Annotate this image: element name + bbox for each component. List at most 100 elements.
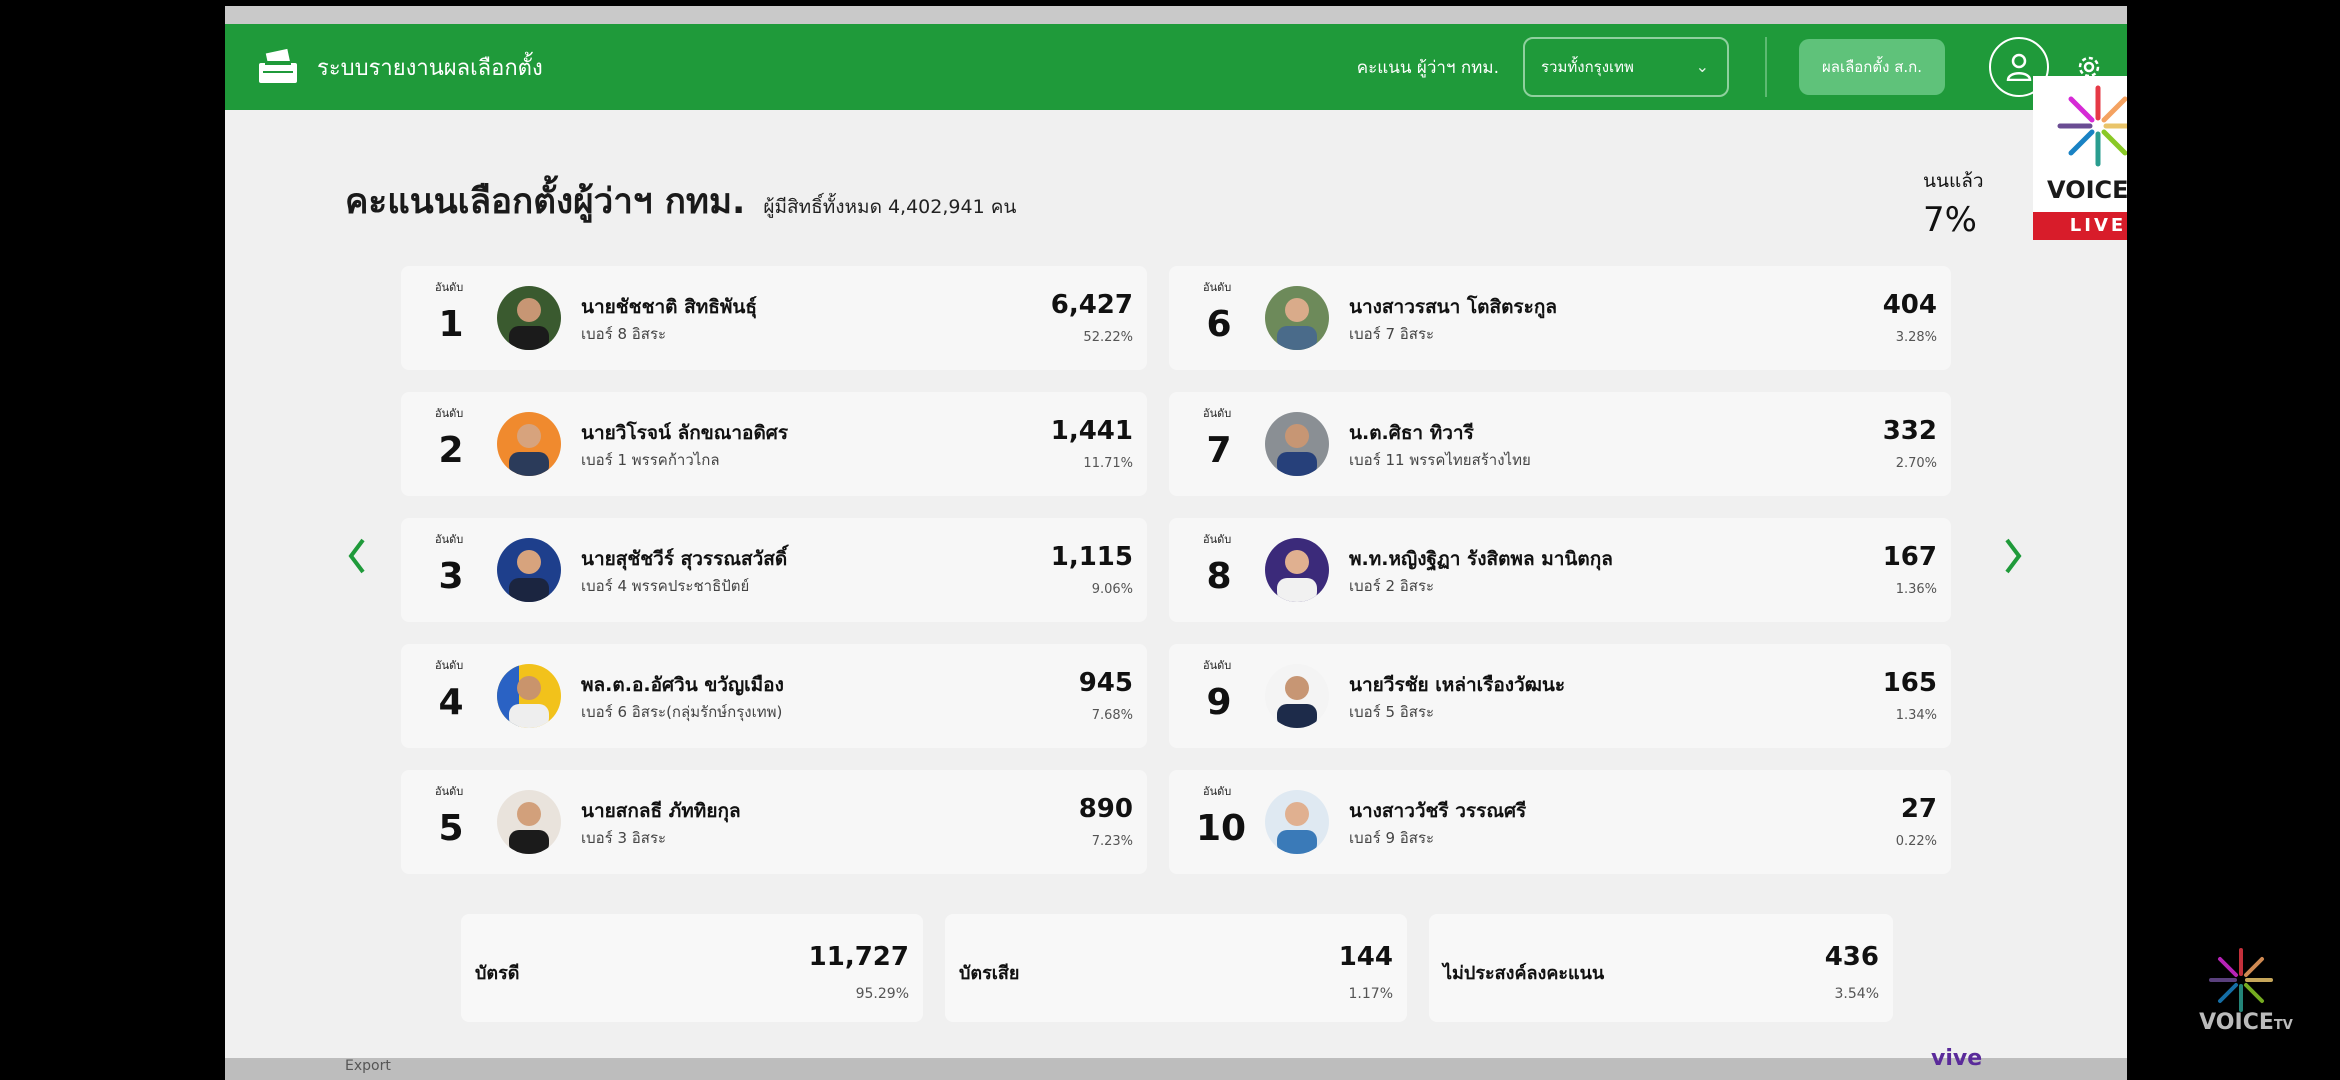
vote-count: 165 <box>1882 668 1937 698</box>
candidate-name: นายชัชชาติ สิทธิพันธุ์ <box>581 296 757 318</box>
vote-count: 27 <box>1900 794 1937 824</box>
vote-percent: 1.34% <box>1895 708 1937 723</box>
nav-right: คะแนน ผู้ว่าฯ กทม. รวมทั้งกรุงเทพ ⌄ ผลเล… <box>1357 24 2127 110</box>
next-arrow-button[interactable] <box>1993 526 2033 586</box>
candidate-name: นางสาววัชรี วรรณศรี <box>1349 800 1527 822</box>
candidate-name: พ.ท.หญิงฐิฏา รังสิตพล มานิตกุล <box>1349 548 1613 570</box>
vote-count: 167 <box>1882 542 1937 572</box>
summary-value: 11,727 <box>808 942 909 972</box>
avatar <box>497 790 561 854</box>
summary-label: ไม่ประสงค์ลงคะแนน <box>1443 963 1605 984</box>
navbar: ระบบรายงานผลเลือกตั้ง คะแนน ผู้ว่าฯ กทม.… <box>225 24 2127 110</box>
score-label[interactable]: คะแนน ผู้ว่าฯ กทม. <box>1357 54 1499 81</box>
vote-count: 404 <box>1882 290 1937 320</box>
candidate-party: เบอร์ 5 อิสระ <box>1349 703 1435 721</box>
vote-percent: 2.70% <box>1895 456 1937 471</box>
summary-percent: 3.54% <box>1834 986 1879 1002</box>
bottom-bar <box>225 1058 2127 1080</box>
logo-word: VOICE <box>2047 176 2127 204</box>
rank-label: อันดับ <box>1203 533 1232 546</box>
rank-label: อันดับ <box>1203 659 1232 672</box>
watermark-suffix: TV <box>2273 1018 2293 1033</box>
vote-percent: 9.06% <box>1091 582 1133 597</box>
counted-label: นนแล้ว <box>1923 170 1984 192</box>
candidate-party: เบอร์ 7 อิสระ <box>1349 325 1435 343</box>
rank-number: 8 <box>1206 556 1232 597</box>
candidate-card[interactable]: อันดับ 7 น.ต.ศิธา ทิวารี เบอร์ 11 พรรคไท… <box>1169 392 1951 496</box>
summary-percent: 95.29% <box>855 986 909 1002</box>
candidate-card[interactable]: อันดับ 5 นายสกลธี ภัททิยกุล เบอร์ 3 อิสร… <box>401 770 1147 874</box>
candidate-name: นางสาวรสนา โตสิตระกูล <box>1349 296 1557 318</box>
vote-count: 890 <box>1078 794 1133 824</box>
rank-label: อันดับ <box>435 533 464 546</box>
candidate-party: เบอร์ 4 พรรคประชาธิปัตย์ <box>581 577 750 595</box>
council-results-button[interactable]: ผลเลือกตั้ง ส.ก. <box>1799 39 1945 95</box>
candidate-card[interactable]: อันดับ 8 พ.ท.หญิงฐิฏา รังสิตพล มานิตกุล … <box>1169 518 1951 622</box>
summary-no-vote: ไม่ประสงค์ลงคะแนน 436 3.54% <box>1429 914 1893 1022</box>
live-badge: LIVE <box>2033 212 2127 240</box>
user-icon <box>2006 53 2032 81</box>
region-select[interactable]: รวมทั้งกรุงเทพ ⌄ <box>1523 37 1729 97</box>
summary-label: บัตรเสีย <box>959 963 1020 984</box>
vote-percent: 11.71% <box>1083 456 1133 471</box>
candidate-name: นายวีรชัย เหล่าเรืองวัฒนะ <box>1349 674 1566 696</box>
rank-number: 10 <box>1195 808 1247 849</box>
summary-good-ballots: บัตรดี 11,727 95.29% <box>461 914 923 1022</box>
candidate-card[interactable]: อันดับ 4 พล.ต.อ.อัศวิน ขวัญเมือง เบอร์ 6… <box>401 644 1147 748</box>
rank-number: 4 <box>438 682 464 723</box>
rank-label: อันดับ <box>1203 785 1232 798</box>
candidate-card[interactable]: อันดับ 6 นางสาวรสนา โตสิตระกูล เบอร์ 7 อ… <box>1169 266 1951 370</box>
page-title: คะแนนเลือกตั้งผู้ว่าฯ กทม. <box>345 182 746 222</box>
avatar <box>1265 664 1329 728</box>
page-heading: คะแนนเลือกตั้งผู้ว่าฯ กทม. ผู้มีสิทธิ์ทั… <box>345 174 1016 229</box>
brand-title: ระบบรายงานผลเลือกตั้ง <box>317 55 543 81</box>
candidate-card[interactable]: อันดับ 1 นายชัชชาติ สิทธิพันธุ์ เบอร์ 8 … <box>401 266 1147 370</box>
vote-count: 1,441 <box>1050 416 1133 446</box>
stage: ระบบรายงานผลเลือกตั้ง คะแนน ผู้ว่าฯ กทม.… <box>0 0 2340 1080</box>
rank-number: 6 <box>1206 304 1232 345</box>
region-select-value: รวมทั้งกรุงเทพ <box>1541 58 1634 76</box>
ballot-box-icon <box>259 48 297 83</box>
watermark-wordmark: VOICETV <box>2196 1010 2296 1035</box>
rank-label: อันดับ <box>435 407 464 420</box>
rank-label: อันดับ <box>1203 281 1232 294</box>
rank-label: อันดับ <box>435 281 464 294</box>
rank-label: อันดับ <box>435 785 464 798</box>
pinwheel-icon <box>2057 85 2127 167</box>
rank-number: 2 <box>438 430 464 471</box>
rank-label: อันดับ <box>1203 407 1232 420</box>
candidate-party: เบอร์ 2 อิสระ <box>1349 577 1435 595</box>
export-link[interactable]: Export <box>345 1058 391 1074</box>
candidate-party: เบอร์ 8 อิสระ <box>581 325 667 343</box>
counted-value: 7% <box>1923 200 1977 240</box>
rank-number: 5 <box>438 808 464 849</box>
prev-arrow-button[interactable] <box>337 526 377 586</box>
candidate-card[interactable]: อันดับ 3 นายสุชัชวีร์ สุวรรณสวัสดิ์ เบอร… <box>401 518 1147 622</box>
avatar <box>497 412 561 476</box>
watermark-word: VOICE <box>2199 1010 2274 1035</box>
candidate-name: น.ต.ศิธา ทิวารี <box>1349 422 1474 444</box>
candidate-party: เบอร์ 11 พรรคไทยสร้างไทย <box>1349 451 1531 469</box>
summary-label: บัตรดี <box>475 963 520 984</box>
summary-spoiled-ballots: บัตรเสีย 144 1.17% <box>945 914 1407 1022</box>
summary-percent: 1.17% <box>1348 986 1393 1002</box>
candidate-card[interactable]: อันดับ 10 นางสาววัชรี วรรณศรี เบอร์ 9 อิ… <box>1169 770 1951 874</box>
counted-progress: นนแล้ว 7% <box>1923 166 1984 240</box>
app-screen: ระบบรายงานผลเลือกตั้ง คะแนน ผู้ว่าฯ กทม.… <box>225 6 2127 1080</box>
vote-percent: 3.28% <box>1895 330 1937 345</box>
brand[interactable]: ระบบรายงานผลเลือกตั้ง <box>255 47 543 87</box>
rank-number: 7 <box>1206 430 1232 471</box>
candidate-party: เบอร์ 1 พรรคก้าวไกล <box>581 451 720 469</box>
vote-percent: 7.68% <box>1091 708 1133 723</box>
voicetv-live-logo: VOICETV LIVE <box>2033 76 2127 240</box>
candidate-party: เบอร์ 9 อิสระ <box>1349 829 1435 847</box>
chevron-down-icon: ⌄ <box>1695 57 1709 76</box>
avatar <box>1265 790 1329 854</box>
candidate-card[interactable]: อันดับ 9 นายวีรชัย เหล่าเรืองวัฒนะ เบอร์… <box>1169 644 1951 748</box>
candidate-card[interactable]: อันดับ 2 นายวิโรจน์ ลักขณาอดิศร เบอร์ 1 … <box>401 392 1147 496</box>
top-strip <box>225 6 2127 24</box>
vote-percent: 52.22% <box>1083 330 1133 345</box>
candidate-name: นายสุชัชวีร์ สุวรรณสวัสดิ์ <box>581 548 788 570</box>
summary-value: 144 <box>1338 942 1393 972</box>
rank-label: อันดับ <box>435 659 464 672</box>
